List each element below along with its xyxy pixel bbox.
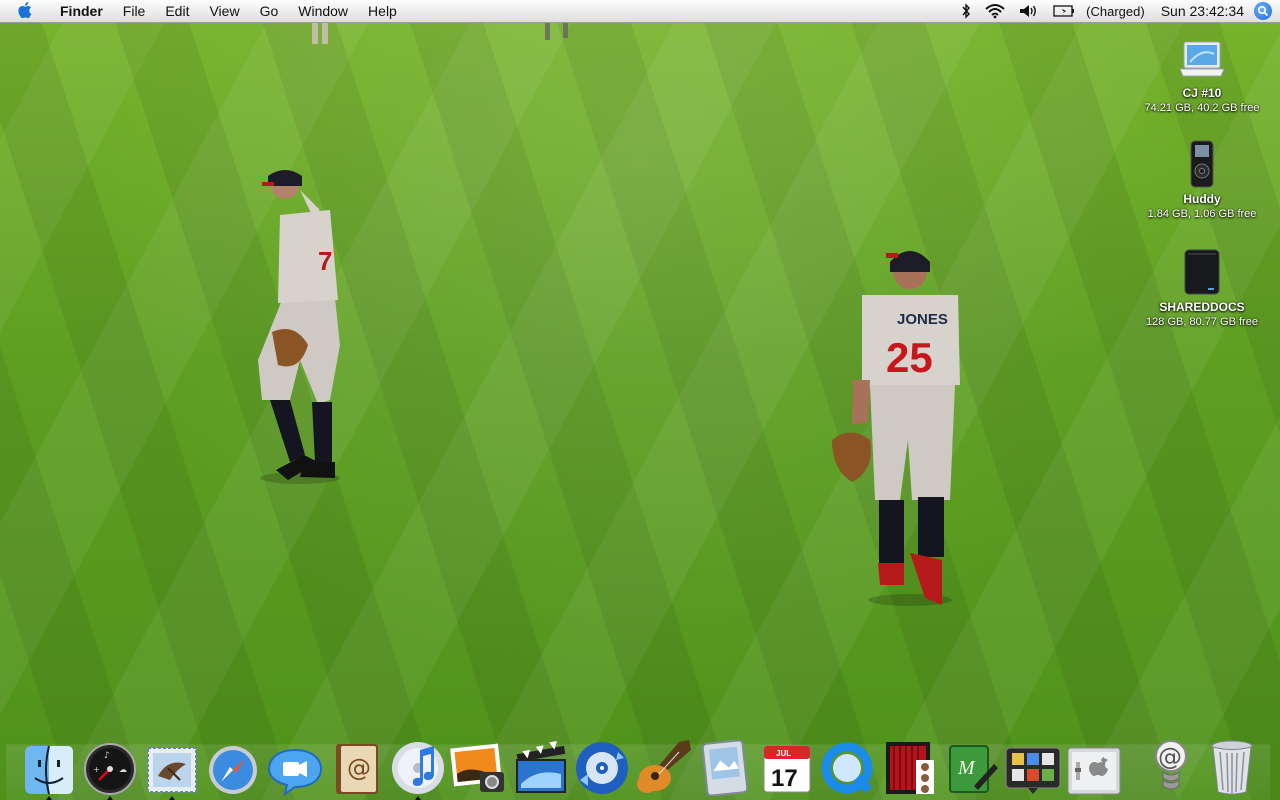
menu-edit[interactable]: Edit: [155, 0, 199, 22]
dock-system-preferences[interactable]: [1064, 734, 1126, 796]
laptop-icon: [1132, 34, 1272, 82]
svg-text:@: @: [1158, 743, 1182, 771]
apple-icon: [18, 1, 34, 22]
iphoto-icon: [450, 743, 505, 792]
menu-bar: Finder File Edit View Go Window Help (Ch…: [0, 0, 1280, 23]
dock: ♪ ☁ + @ JUL 17 M: [18, 734, 1126, 800]
desktop-icon-huddy[interactable]: Huddy 1.84 GB, 1.06 GB free: [1132, 140, 1272, 220]
wifi-icon[interactable]: [985, 3, 1005, 19]
menu-bar-left: Finder File Edit View Go Window Help: [10, 0, 407, 22]
menu-file[interactable]: File: [113, 0, 156, 22]
player-right-figure: JONES 25: [832, 251, 960, 606]
menu-bar-clock[interactable]: Sun 23:42:34: [1161, 3, 1244, 19]
dock-itunes[interactable]: [387, 734, 449, 800]
dock-quicktime[interactable]: [818, 734, 880, 796]
preview-icon: [702, 740, 749, 796]
ichat-icon: [267, 748, 322, 796]
photo-booth-icon: [885, 742, 934, 794]
desktop-icon-name: Huddy: [1183, 192, 1221, 206]
finder-icon: [24, 745, 73, 795]
desktop-icon-info: 128 GB, 80.77 GB free: [1146, 316, 1258, 328]
menu-window[interactable]: Window: [288, 0, 358, 22]
menu-go[interactable]: Go: [250, 0, 289, 22]
menu-help[interactable]: Help: [358, 0, 407, 22]
svg-text:☁: ☁: [119, 765, 127, 774]
svg-text:M: M: [957, 757, 976, 779]
menu-finder[interactable]: Finder: [54, 0, 113, 22]
desktop-icon-shareddocs[interactable]: SHAREDDOCS 128 GB, 80.77 GB free: [1132, 248, 1272, 328]
svg-text:♪: ♪: [104, 751, 110, 761]
script-editor-icon: M: [949, 745, 999, 793]
mail-stack-icon: @: [1154, 740, 1187, 790]
dock-mail[interactable]: [141, 734, 203, 800]
ical-date-text: 17: [771, 765, 798, 792]
dock-script-editor[interactable]: M: [941, 734, 1003, 796]
system-preferences-icon: [1067, 747, 1121, 795]
battery-status-text[interactable]: (Charged): [1086, 4, 1145, 19]
desktop-wallpaper: 7 JONES 25: [0, 0, 1280, 800]
svg-text:+: +: [93, 765, 100, 774]
running-indicator: [45, 796, 52, 800]
idvd-icon: [576, 742, 629, 794]
desktop-icon-info: 74.21 GB, 40.2 GB free: [1144, 102, 1260, 114]
itunes-icon: [391, 742, 444, 794]
desktop-icon-name: CJ #10: [1182, 86, 1222, 100]
desktop-icon-name: SHAREDDOCS: [1159, 300, 1245, 314]
outfield-players-illustration: 7 JONES 25: [258, 22, 960, 606]
dock-mail-stack[interactable]: @: [1140, 734, 1202, 796]
spotlight-icon[interactable]: [1254, 2, 1272, 20]
ipod-nano-icon: [1132, 140, 1272, 188]
svg-text:@: @: [347, 754, 371, 782]
svg-text:7: 7: [318, 246, 332, 276]
dock-front-row[interactable]: [1002, 734, 1064, 796]
ical-icon: JUL 17: [763, 745, 811, 793]
dock-right-section: @: [1140, 734, 1263, 796]
trash-icon: [1211, 740, 1253, 795]
front-row-icon: [1005, 747, 1061, 794]
dock-dashboard[interactable]: ♪ ☁ +: [80, 734, 142, 800]
safari-icon: [209, 746, 258, 794]
address-book-icon: @: [336, 744, 379, 794]
desktop-icon-cj10[interactable]: CJ #10 74.21 GB, 40.2 GB free: [1132, 34, 1272, 114]
quicktime-icon: [821, 742, 873, 794]
player-left-figure: 7: [258, 170, 340, 484]
dock-safari[interactable]: [203, 734, 265, 796]
ical-month-text: JUL: [776, 749, 791, 758]
dock-trash[interactable]: [1202, 734, 1264, 796]
mail-icon: [146, 747, 197, 793]
battery-icon[interactable]: [1053, 5, 1075, 17]
running-indicator: [414, 796, 421, 800]
menu-view[interactable]: View: [199, 0, 249, 22]
dock-imovie[interactable]: [510, 734, 572, 796]
dock-preview[interactable]: [695, 734, 757, 796]
dock-photo-booth[interactable]: [879, 734, 941, 796]
running-indicator: [107, 796, 114, 800]
dock-iphoto[interactable]: [449, 734, 511, 796]
menu-bar-right: (Charged) Sun 23:42:34: [954, 0, 1272, 22]
dashboard-icon: ♪ ☁ +: [84, 743, 137, 795]
external-drive-icon: [1132, 248, 1272, 296]
volume-icon[interactable]: [1019, 3, 1039, 19]
garageband-icon: [636, 740, 691, 793]
dock-garageband[interactable]: [633, 734, 695, 796]
dock-idvd[interactable]: [572, 734, 634, 796]
desktop-icon-info: 1.84 GB, 1.06 GB free: [1147, 208, 1257, 220]
imovie-icon: [515, 741, 566, 793]
dock-ichat[interactable]: [264, 734, 326, 796]
dock-finder[interactable]: [18, 734, 80, 800]
apple-menu[interactable]: [10, 1, 54, 22]
dock-ical[interactable]: JUL 17: [756, 734, 818, 796]
bluetooth-icon[interactable]: [961, 3, 971, 19]
dock-address-book[interactable]: @: [326, 734, 388, 796]
svg-text:JONES: JONES: [897, 311, 948, 328]
running-indicator: [168, 796, 175, 800]
svg-text:25: 25: [886, 334, 933, 381]
